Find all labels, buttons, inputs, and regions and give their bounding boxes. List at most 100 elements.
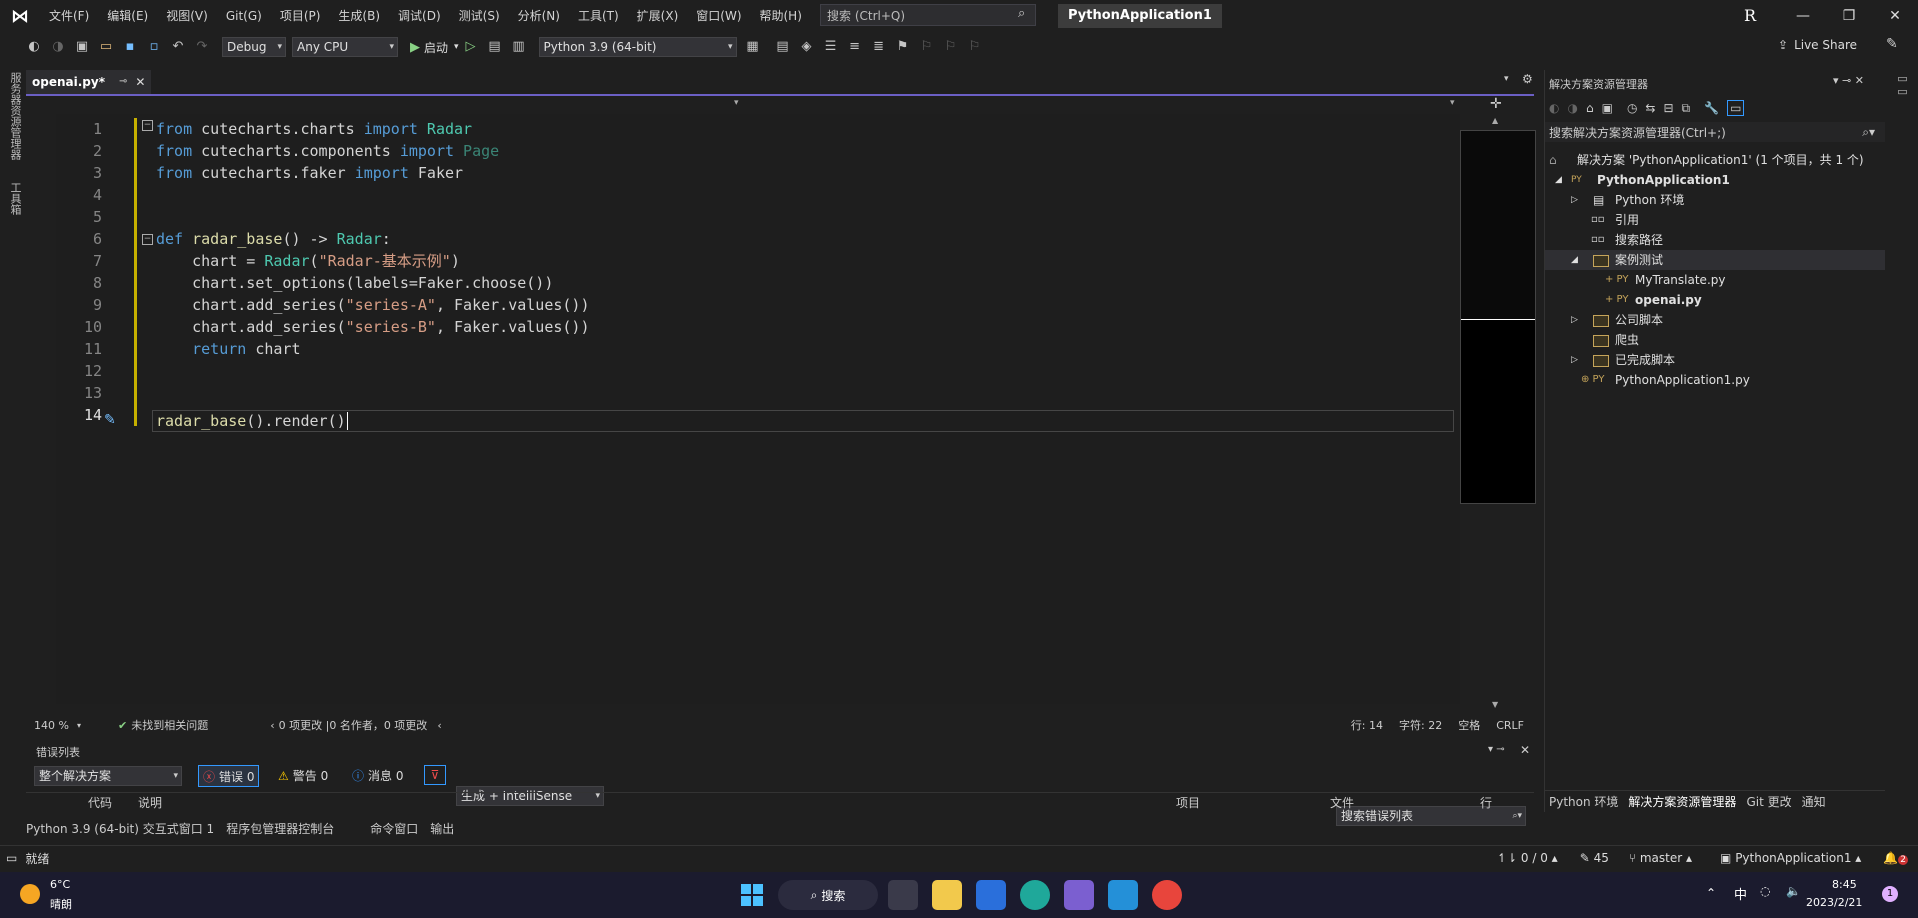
code-editor[interactable]: 1 2 3 4 5 6 7 8 9 10 11 12 13 14 − − ✎ from cutechart… xyxy=(56,114,1460,704)
menu-item[interactable]: 分析(N) xyxy=(509,0,569,32)
output-icon[interactable]: ▭ xyxy=(6,851,17,865)
panel-controls-icon[interactable]: ▾ ⊸ ✕ xyxy=(1833,74,1864,87)
live-share-button[interactable]: ⇪ Live Share xyxy=(1778,38,1857,52)
scope-dropdown-icon[interactable]: ▾ xyxy=(734,98,739,108)
tree-project[interactable]: ◢ PY PythonApplication1 xyxy=(1545,170,1885,190)
tab-solution-explorer[interactable]: 解决方案资源管理器 xyxy=(1628,793,1736,810)
layout-icon[interactable]: ▥ xyxy=(509,37,529,57)
tree-file-main[interactable]: ⊕ PY PythonApplication1.py xyxy=(1545,370,1885,390)
forward-icon[interactable]: ◑ xyxy=(48,37,68,57)
chrome-icon[interactable] xyxy=(1152,880,1182,910)
vscode-icon[interactable] xyxy=(1108,880,1138,910)
collapse-all-icon[interactable]: ⊟ xyxy=(1663,101,1673,115)
open-icon[interactable]: ▭ xyxy=(96,37,116,57)
edit-icon[interactable]: ✎ xyxy=(104,412,116,428)
server-explorer-tab[interactable]: 服务器资源管理器 xyxy=(7,72,23,160)
attach-icon[interactable]: ▤ xyxy=(485,37,505,57)
right-tool-strip[interactable]: ▭▭ xyxy=(1896,72,1909,98)
tab-python-env[interactable]: Python 环境 xyxy=(1549,793,1618,810)
clock-time[interactable]: 8:45 xyxy=(1832,878,1857,891)
maximize-button[interactable]: ❐ xyxy=(1826,0,1872,32)
messages-filter-button[interactable]: ⓘ 消息 0 xyxy=(352,767,403,784)
bookmark-clear-icon[interactable]: ⚐ xyxy=(965,37,985,57)
tab-interactive-window[interactable]: Python 3.9 (64-bit) 交互式窗口 1 xyxy=(26,820,214,837)
window-layout-icon[interactable]: ▤ xyxy=(773,37,793,57)
repo-indicator[interactable]: ▣ PythonApplication1 ▴ xyxy=(1720,851,1861,865)
python-env-dropdown[interactable]: Python 3.9 (64-bit) ▾ xyxy=(538,37,737,57)
pin-icon[interactable]: ⊸ xyxy=(119,70,127,94)
uncomment-icon[interactable]: ≣ xyxy=(869,37,889,57)
platform-dropdown[interactable]: Any CPU ▾ xyxy=(292,37,398,57)
tab-git-changes[interactable]: Git 更改 xyxy=(1746,793,1791,810)
taskbar-search-button[interactable]: ⌕ 搜索 xyxy=(778,880,878,910)
user-avatar[interactable]: R xyxy=(1744,6,1756,25)
menu-item[interactable]: 帮助(H) xyxy=(751,0,811,32)
tree-python-env[interactable]: ▷ ▤ Python 环境 xyxy=(1545,190,1885,210)
clock-date[interactable]: 2023/2/21 xyxy=(1806,896,1862,909)
tab-notifications[interactable]: 通知 xyxy=(1802,793,1826,810)
whitespace-indicator[interactable]: 空格 xyxy=(1458,717,1480,733)
save-all-icon[interactable]: ▫ xyxy=(144,37,164,57)
undo-icon[interactable]: ↶ xyxy=(168,37,188,57)
col-file[interactable]: 文件 xyxy=(1330,794,1354,811)
bookmark-next-icon[interactable]: ⚐ xyxy=(941,37,961,57)
col-project[interactable]: 项目 xyxy=(1176,794,1200,811)
scroll-up-icon[interactable]: ▲ xyxy=(1492,116,1498,125)
col-indicator[interactable]: 字符: 22 xyxy=(1399,717,1442,733)
tab-output[interactable]: 输出 xyxy=(430,820,454,837)
scroll-down-icon[interactable]: ▼ xyxy=(1492,700,1498,709)
format-icon[interactable]: ☰ xyxy=(821,37,841,57)
start-without-debug-icon[interactable]: ▷ xyxy=(461,37,481,57)
tab-command-window[interactable]: 命令窗口 xyxy=(370,820,418,837)
tree-search-paths[interactable]: ▫▫ 搜索路径 xyxy=(1545,230,1885,250)
close-button[interactable]: ✕ xyxy=(1872,0,1918,32)
tree-file-mytranslate[interactable]: + PY MyTranslate.py xyxy=(1545,270,1885,290)
tree-file-openai[interactable]: + PY openai.py xyxy=(1545,290,1885,310)
sync-indicator[interactable]: ↿⇂ 0 / 0 ▴ xyxy=(1497,851,1558,865)
toolbox-tab[interactable]: 工具箱 xyxy=(7,182,23,215)
tree-folder-crawler[interactable]: 爬虫 xyxy=(1545,330,1885,350)
split-icon[interactable]: ✛ xyxy=(1490,96,1502,112)
minimap[interactable] xyxy=(1460,130,1536,504)
collapse-icon[interactable]: − xyxy=(142,120,153,131)
weather-icon[interactable] xyxy=(20,884,40,904)
collapse-icon[interactable]: − xyxy=(142,234,153,245)
tab-openai-py[interactable]: openai.py* ⊸ ✕ xyxy=(26,70,152,94)
start-button[interactable]: ▶ 启动 ▾ xyxy=(410,39,459,56)
back-icon[interactable]: ◐ xyxy=(24,37,44,57)
visual-studio-icon[interactable] xyxy=(1064,880,1094,910)
line-indicator[interactable]: 行: 14 xyxy=(1351,717,1383,733)
sync-icon[interactable]: ⇆ xyxy=(1645,101,1655,115)
ime-indicator[interactable]: 中 xyxy=(1734,884,1747,903)
member-dropdown-icon[interactable]: ▾ xyxy=(1450,98,1455,108)
preview-icon[interactable]: ▭ xyxy=(1727,100,1745,116)
comment-icon[interactable]: ≡ xyxy=(845,37,865,57)
tree-folder-company[interactable]: ▷ 公司脚本 xyxy=(1545,310,1885,330)
warnings-filter-button[interactable]: ⚠ 警告 0 xyxy=(278,767,328,784)
eol-indicator[interactable]: CRLF xyxy=(1496,719,1524,732)
tree-folder-test[interactable]: ◢ 案例测试 xyxy=(1545,250,1885,270)
tree-solution-root[interactable]: ⌂ 解决方案 'PythonApplication1' (1 个项目，共 1 个) xyxy=(1545,150,1885,170)
tray-overflow-icon[interactable]: ⌃ xyxy=(1706,886,1716,900)
tab-list-icon[interactable]: ▾ xyxy=(1504,74,1509,84)
windows-start-icon[interactable] xyxy=(737,880,767,910)
minimize-button[interactable]: — xyxy=(1780,0,1826,32)
tree-references[interactable]: ▫▫ 引用 xyxy=(1545,210,1885,230)
edits-indicator[interactable]: ✎ 45 xyxy=(1580,851,1609,865)
feedback-icon[interactable]: ✎ xyxy=(1886,36,1898,52)
menu-item[interactable]: 调试(D) xyxy=(389,0,450,32)
switch-view-icon[interactable]: ▣ xyxy=(1602,101,1613,115)
search-input[interactable]: 搜索 (Ctrl+Q) xyxy=(820,4,1036,26)
notification-icon[interactable]: 🔔 2 xyxy=(1883,851,1908,865)
git-changes-indicator[interactable]: ‹ 0 项更改 |0 名作者，0 项更改 ‹ xyxy=(270,717,442,733)
home-icon[interactable]: ⌂ xyxy=(1586,101,1594,115)
task-view-icon[interactable] xyxy=(888,880,918,910)
back-icon[interactable]: ◐ xyxy=(1549,101,1559,115)
menu-item[interactable]: 生成(B) xyxy=(329,0,389,32)
show-all-icon[interactable]: ⧉ xyxy=(1682,101,1691,116)
menu-item[interactable]: 窗口(W) xyxy=(687,0,750,32)
menu-item[interactable]: 项目(P) xyxy=(271,0,330,32)
menu-item[interactable]: 文件(F) xyxy=(40,0,98,32)
menu-item[interactable]: Git(G) xyxy=(217,0,271,32)
col-line[interactable]: 行 xyxy=(1480,794,1492,811)
